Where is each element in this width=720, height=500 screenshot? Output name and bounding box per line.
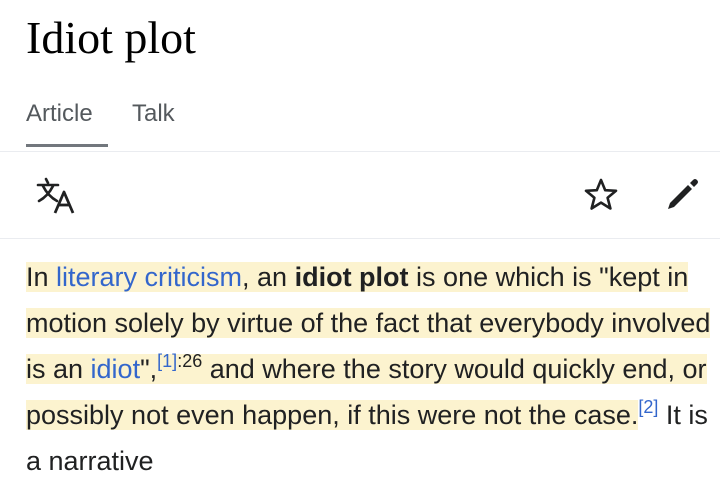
tab-talk[interactable]: Talk [132,100,175,129]
selected-tab-indicator [26,144,108,147]
highlighted-passage: In literary criticism, an idiot plot is … [26,262,711,430]
tab-article[interactable]: Article [26,100,93,129]
citation-1: [1]:26 [157,351,202,371]
page-title: Idiot plot [26,12,196,63]
link-literary-criticism[interactable]: literary criticism [56,262,242,292]
citation-1-page: :26 [177,351,203,371]
star-icon[interactable] [583,177,619,213]
divider [0,238,720,239]
edit-pencil-icon[interactable] [664,175,702,213]
bold-term: idiot plot [294,262,409,292]
language-icon[interactable] [36,176,78,216]
page-actions-toolbar [0,152,720,238]
body-text: ", [140,354,158,384]
body-text: , an [242,262,295,292]
body-text: In [26,262,57,292]
citation-2: [2] [638,397,658,417]
citation-1-link[interactable]: [1] [157,351,177,371]
citation-2-link[interactable]: [2] [638,397,658,417]
article-body: In literary criticism, an idiot plot is … [26,254,716,484]
link-idiot[interactable]: idiot [91,354,141,384]
article-page: Idiot plot Article Talk In literary crit… [0,0,720,500]
